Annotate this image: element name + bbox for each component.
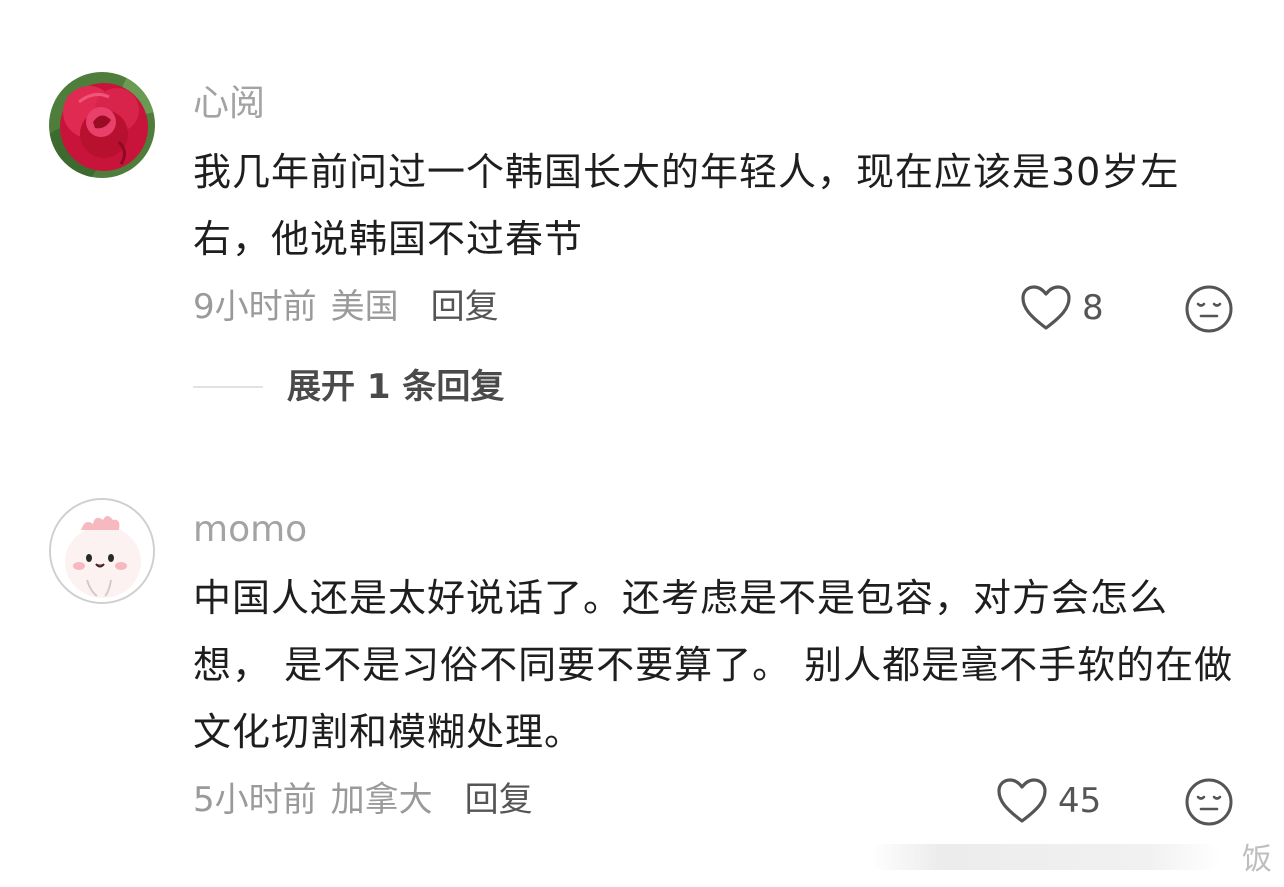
comment-text: 我几年前问过一个韩国长大的年轻人，现在应该是30岁左右，他说韩国不过春节 (193, 150, 1180, 261)
reply-button[interactable]: 回复 (465, 780, 533, 820)
comment-meta: 9小时前 美国 回复 (193, 290, 499, 324)
dislike-button[interactable] (1184, 284, 1234, 334)
divider (193, 386, 263, 388)
watermark: 饭 (870, 830, 1284, 887)
meh-face-icon (1185, 285, 1233, 333)
username[interactable]: momo (193, 512, 307, 548)
heart-icon (1021, 285, 1071, 330)
watermark-text: 饭 (1242, 842, 1272, 877)
like-button[interactable]: 45 (996, 777, 1101, 825)
comment-text: 中国人还是太好说话了。还考虑是不是包容，对方会怎么想， 是不是习俗不同要不要算了… (193, 576, 1234, 754)
rose-avatar-icon (49, 72, 155, 178)
like-button[interactable]: 8 (1020, 284, 1104, 332)
heart-icon (997, 778, 1047, 823)
expand-replies-label: 展开 1 条回复 (287, 367, 505, 407)
reply-button[interactable]: 回复 (431, 287, 499, 327)
comment-time: 5小时前 (193, 780, 317, 820)
comment-meta: 5小时前 加拿大 回复 (193, 783, 533, 817)
username[interactable]: 心阅 (193, 86, 265, 122)
comment-location: 加拿大 (330, 780, 433, 820)
meh-face-icon (1185, 778, 1233, 826)
expand-replies-button[interactable]: 展开 1 条回复 (193, 370, 504, 404)
comment-time: 9小时前 (193, 287, 317, 327)
watermark-blur (870, 844, 1220, 870)
comment-location: 美国 (330, 287, 399, 327)
like-count: 45 (1058, 781, 1102, 821)
dislike-button[interactable] (1184, 777, 1234, 827)
cartoon-dinosaur-avatar-icon (51, 500, 153, 602)
like-count: 8 (1082, 288, 1104, 328)
user-avatar[interactable] (49, 498, 155, 604)
user-avatar[interactable] (49, 72, 155, 178)
